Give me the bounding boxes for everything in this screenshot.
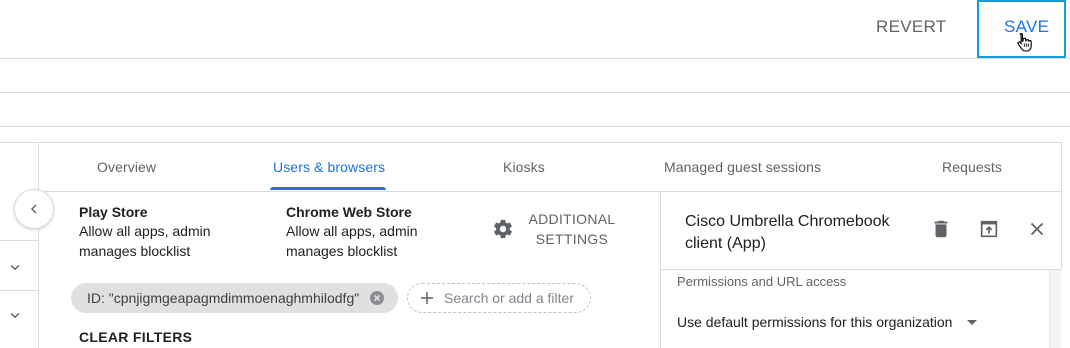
remove-filter-icon[interactable] <box>370 291 384 305</box>
sidebar-divider <box>0 290 38 291</box>
chevron-down-icon[interactable] <box>6 306 24 324</box>
active-tab-indicator <box>270 187 386 190</box>
header-divider <box>0 58 1070 59</box>
additional-settings-label: ADDITIONAL SETTINGS <box>522 209 622 249</box>
play-store-title: Play Store <box>79 204 148 220</box>
tab-users-browsers[interactable]: Users & browsers <box>273 159 385 175</box>
detail-panel-border <box>660 192 661 348</box>
additional-settings-label-line2: SETTINGS <box>535 231 609 247</box>
tab-bar <box>38 142 1062 192</box>
chrome-web-store-description: Allow all apps, admin manages blocklist <box>286 223 418 259</box>
section-divider <box>0 92 1070 93</box>
close-icon[interactable] <box>1026 218 1048 240</box>
tab-bar-divider <box>38 191 1062 192</box>
permissions-select-value: Use default permissions for this organiz… <box>677 314 953 330</box>
sidebar-divider <box>0 240 38 241</box>
detail-panel-header-divider <box>660 269 1062 270</box>
delete-icon[interactable] <box>930 218 952 240</box>
gear-icon <box>494 219 512 239</box>
play-store-description: Allow all apps, admin manages blocklist <box>79 223 211 259</box>
tab-requests[interactable]: Requests <box>942 159 1002 175</box>
id-filter-chip[interactable]: ID: "cpnjigmgeapagmdimmoenaghmhilodfg" <box>71 283 398 313</box>
sidebar-divider <box>0 142 38 143</box>
tab-overview[interactable]: Overview <box>97 159 156 175</box>
open-in-new-icon[interactable] <box>978 218 1000 240</box>
tab-managed-guest-sessions[interactable]: Managed guest sessions <box>664 159 821 175</box>
clear-filters-button[interactable]: CLEAR FILTERS <box>79 329 192 345</box>
permissions-select[interactable]: Use default permissions for this organiz… <box>677 310 984 334</box>
chevron-left-icon <box>30 204 37 214</box>
search-filter-input[interactable]: Search or add a filter <box>407 283 591 313</box>
detail-panel-border <box>1061 192 1062 270</box>
tab-kiosks[interactable]: Kiosks <box>503 159 545 175</box>
plus-icon <box>421 292 433 304</box>
search-filter-placeholder: Search or add a filter <box>444 290 574 306</box>
chevron-down-icon[interactable] <box>6 258 24 276</box>
collapse-sidebar-button[interactable] <box>14 189 54 229</box>
app-title: Cisco Umbrella Chromebook client (App) <box>685 213 890 252</box>
close-icon <box>373 294 381 302</box>
detail-panel-scrollbar[interactable] <box>1049 270 1061 348</box>
chrome-web-store-title: Chrome Web Store <box>286 204 412 220</box>
revert-button[interactable]: REVERT <box>876 17 946 37</box>
additional-settings-label-line1: ADDITIONAL <box>528 211 616 227</box>
id-filter-chip-label: ID: "cpnjigmgeapagmdimmoenaghmhilodfg" <box>87 290 360 306</box>
hand-cursor-icon <box>1017 32 1032 52</box>
permissions-heading: Permissions and URL access <box>677 274 847 289</box>
section-divider <box>0 126 1070 127</box>
dropdown-arrow-icon <box>967 320 978 325</box>
additional-settings-button[interactable]: ADDITIONAL SETTINGS <box>492 209 622 249</box>
